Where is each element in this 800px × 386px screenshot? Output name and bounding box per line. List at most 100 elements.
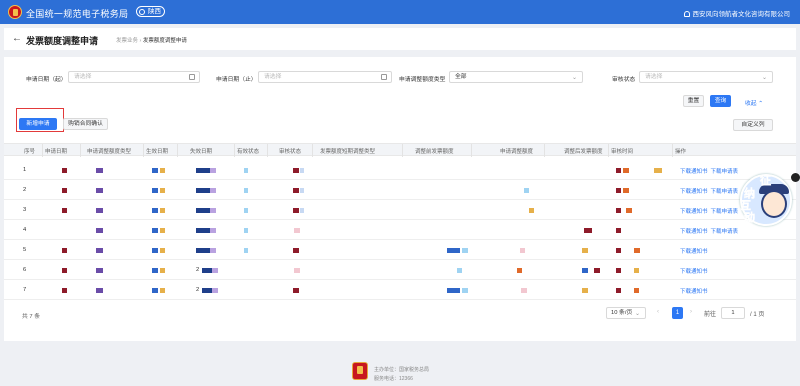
download-notice-link[interactable]: 下载通知书 bbox=[680, 189, 708, 195]
masked-cell-data bbox=[96, 188, 103, 193]
row-index: 1 bbox=[23, 167, 27, 173]
download-notice-link[interactable]: 下载通知书 bbox=[680, 229, 708, 235]
download-application-link[interactable]: 下载申请表 bbox=[711, 169, 739, 175]
masked-cell-data bbox=[152, 268, 158, 273]
masked-cell-data bbox=[244, 228, 248, 233]
row-index: 4 bbox=[23, 227, 27, 233]
site-name[interactable]: 全国统一规范电子税务局 bbox=[26, 7, 128, 20]
reset-button[interactable]: 重置 bbox=[683, 95, 704, 107]
masked-cell-data bbox=[210, 208, 216, 213]
download-application-link[interactable]: 下载申请表 bbox=[711, 209, 739, 215]
side-panel-toggle[interactable] bbox=[791, 173, 800, 182]
download-application-link[interactable]: 下载申请表 bbox=[711, 189, 739, 195]
col-header: 操作 bbox=[675, 149, 687, 155]
table-row: 5 下载通知书 bbox=[4, 240, 796, 260]
breadcrumb: 发票业务 › 发票额度调整申请 bbox=[116, 36, 187, 44]
calendar-icon bbox=[189, 74, 195, 80]
col-header: 申请调整额度类型 bbox=[87, 149, 132, 155]
masked-cell-data bbox=[594, 268, 600, 273]
masked-cell-data bbox=[212, 288, 218, 293]
region-switch[interactable]: 陕西 bbox=[136, 6, 165, 17]
column-divider bbox=[80, 144, 81, 157]
query-button[interactable]: 查询 bbox=[710, 95, 731, 107]
masked-cell-data bbox=[616, 228, 621, 233]
back-arrow-icon[interactable]: ← bbox=[12, 33, 22, 44]
apply-date-end-input[interactable]: 请选择 bbox=[258, 71, 392, 83]
total-count: 共 7 条 bbox=[22, 314, 41, 320]
interaction-assistant-button[interactable]: 征 纳 互 动 bbox=[740, 174, 792, 226]
masked-cell-data bbox=[196, 228, 210, 233]
table-row: 7 2 下载通知书 bbox=[4, 280, 796, 300]
masked-cell-text: 2 bbox=[196, 287, 200, 293]
download-notice-link[interactable]: 下载通知书 bbox=[680, 249, 708, 255]
row-index: 3 bbox=[23, 207, 27, 213]
user-icon bbox=[683, 11, 690, 17]
user-menu[interactable]: 西安风向领航者文化咨询有限公司 bbox=[683, 8, 791, 18]
masked-cell-data bbox=[623, 188, 629, 193]
masked-cell-data bbox=[293, 248, 299, 253]
col-header: 审核状态 bbox=[279, 149, 302, 155]
goto-page-input[interactable]: 1 bbox=[721, 307, 745, 319]
apply-date-start-input[interactable]: 请选择 bbox=[68, 71, 200, 83]
top-navigation-bar: 全国统一规范电子税务局 陕西 西安风向领航者文化咨询有限公司 bbox=[0, 0, 800, 24]
masked-cell-data bbox=[293, 208, 299, 213]
row-index: 7 bbox=[23, 287, 27, 293]
download-notice-link[interactable]: 下载通知书 bbox=[680, 169, 708, 175]
masked-cell-data bbox=[447, 248, 460, 253]
masked-cell-data bbox=[616, 268, 621, 273]
masked-cell-data bbox=[634, 268, 639, 273]
table-row: 3 下载通知书 下载申请表 bbox=[4, 200, 796, 220]
collapse-label: 收起 bbox=[745, 101, 757, 107]
masked-cell-data bbox=[294, 228, 300, 233]
masked-cell-data bbox=[202, 268, 212, 273]
row-index: 6 bbox=[23, 267, 27, 273]
calendar-icon bbox=[381, 74, 387, 80]
masked-cell-data bbox=[616, 288, 621, 293]
masked-cell-data bbox=[524, 188, 529, 193]
download-notice-link[interactable]: 下载通知书 bbox=[680, 289, 708, 295]
masked-cell-data bbox=[160, 268, 165, 273]
masked-cell-data bbox=[62, 168, 67, 173]
column-divider bbox=[608, 144, 609, 157]
masked-cell-data bbox=[521, 288, 527, 293]
download-notice-link[interactable]: 下载通知书 bbox=[680, 269, 708, 275]
custom-columns-button[interactable]: 自定义列 bbox=[733, 119, 773, 131]
collapse-toggle[interactable]: 收起 ⌃ bbox=[745, 98, 763, 107]
next-page-icon[interactable]: › bbox=[690, 309, 692, 315]
download-notice-link[interactable]: 下载通知书 bbox=[680, 209, 708, 215]
user-name: 西安风向领航者文化咨询有限公司 bbox=[692, 11, 791, 18]
row-actions: 下载通知书 下载申请表 bbox=[680, 187, 741, 195]
col-header: 调整前发票额度 bbox=[415, 149, 454, 155]
adjust-type-select[interactable]: 全部 ⌄ bbox=[449, 71, 583, 83]
masked-cell-data bbox=[160, 248, 165, 253]
new-apply-button[interactable]: 新增申请 bbox=[19, 118, 57, 130]
page-size-select[interactable]: 10 条/页 ⌄ bbox=[606, 307, 646, 319]
masked-cell-data bbox=[447, 288, 460, 293]
masked-cell-data bbox=[96, 248, 103, 253]
masked-cell-data bbox=[96, 228, 103, 233]
apply-date-start-placeholder: 请选择 bbox=[74, 74, 92, 80]
contract-confirm-button[interactable]: 购销合同确认 bbox=[63, 118, 108, 130]
footer-sponsor: 主办单位：国家税务总局 bbox=[374, 367, 430, 373]
region-label: 陕西 bbox=[148, 8, 161, 15]
footer-emblem-icon bbox=[352, 362, 368, 380]
review-status-select[interactable]: 请选择 ⌄ bbox=[639, 71, 773, 83]
chevron-down-icon: ⌄ bbox=[761, 75, 767, 81]
masked-cell-data bbox=[210, 248, 216, 253]
current-page[interactable]: 1 bbox=[672, 307, 683, 319]
chevron-down-icon: ⌄ bbox=[634, 311, 640, 317]
row-actions: 下载通知书 bbox=[680, 267, 711, 275]
page-size-value: 10 条/页 bbox=[611, 310, 633, 316]
masked-cell-data bbox=[196, 188, 210, 193]
download-application-link[interactable]: 下载申请表 bbox=[711, 229, 739, 235]
masked-cell-data bbox=[62, 248, 67, 253]
masked-cell-data bbox=[210, 228, 216, 233]
masked-cell-data bbox=[210, 168, 216, 173]
masked-cell-data bbox=[152, 248, 158, 253]
breadcrumb-item-invoice-business[interactable]: 发票业务 bbox=[116, 38, 138, 44]
masked-cell-data bbox=[517, 268, 522, 273]
mascot-char: 动 bbox=[744, 212, 756, 225]
prev-page-icon[interactable]: ‹ bbox=[657, 309, 659, 315]
col-header: 失效日期 bbox=[190, 149, 213, 155]
col-header: 申请调整额度 bbox=[500, 149, 534, 155]
